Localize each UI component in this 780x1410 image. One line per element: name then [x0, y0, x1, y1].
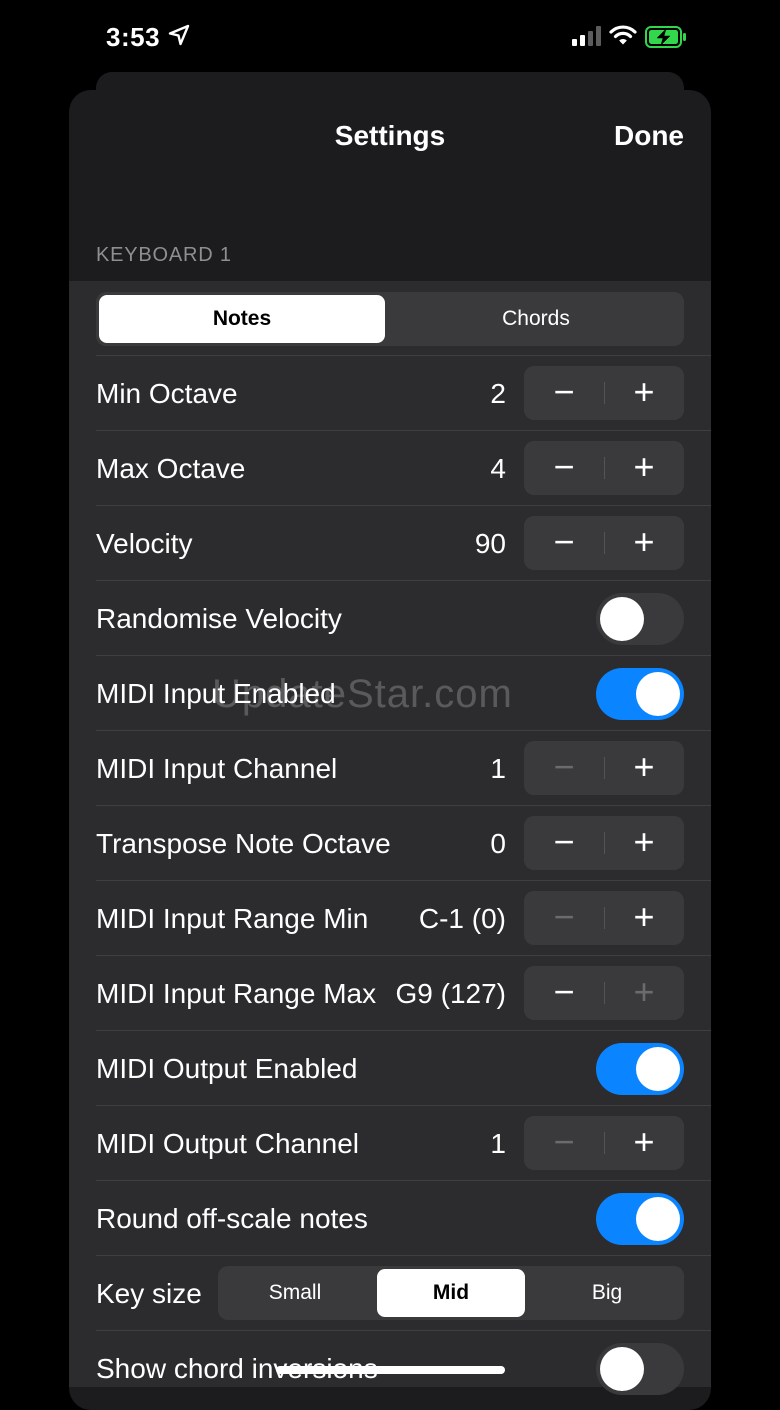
midi-output-channel-increment-button[interactable]: + [604, 1116, 684, 1170]
wifi-icon [609, 25, 637, 45]
velocity-increment-button[interactable]: + [604, 516, 684, 570]
done-button[interactable]: Done [614, 120, 684, 152]
midi-output-channel-decrement-button[interactable]: − [524, 1116, 604, 1170]
key-size-mid[interactable]: Mid [377, 1269, 525, 1317]
midi-output-enabled-label: MIDI Output Enabled [96, 1053, 358, 1084]
randomise-velocity-label: Randomise Velocity [96, 603, 342, 634]
toggle-knob [600, 1347, 644, 1391]
section-header: KEYBOARD 1 [96, 244, 232, 266]
midi-input-range-min-label: MIDI Input Range Min [96, 903, 369, 934]
min-octave-value: 2 [490, 378, 506, 409]
toggle-knob [600, 597, 644, 641]
min-octave-label: Min Octave [96, 378, 238, 409]
midi-input-range-max-stepper: − + [524, 966, 684, 1020]
min-octave-increment-button[interactable]: + [604, 366, 684, 420]
status-time: 3:53 [106, 22, 161, 52]
velocity-value: 90 [474, 528, 506, 559]
toggle-knob [636, 1047, 680, 1091]
battery-charging-icon [645, 26, 686, 48]
toggle-knob [636, 672, 680, 716]
midi-input-range-max-decrement-button[interactable]: − [524, 966, 604, 1020]
round-off-scale-row: Round off-scale notes [96, 1181, 711, 1256]
midi-input-channel-row: MIDI Input Channel 1 − + [96, 731, 711, 806]
key-size-label: Key size [96, 1278, 202, 1309]
midi-input-range-min-increment-button[interactable]: + [604, 891, 684, 945]
midi-input-range-max-label: MIDI Input Range Max [96, 978, 377, 1009]
round-off-scale-toggle[interactable] [596, 1193, 684, 1245]
max-octave-increment-button[interactable]: + [604, 441, 684, 495]
midi-input-range-min-stepper: − + [524, 891, 684, 945]
velocity-stepper: − + [524, 516, 684, 570]
transpose-note-octave-increment-button[interactable]: + [604, 816, 684, 870]
midi-output-enabled-row: MIDI Output Enabled [96, 1031, 711, 1106]
velocity-decrement-button[interactable]: − [524, 516, 604, 570]
midi-input-range-max-value: G9 (127) [395, 978, 507, 1009]
max-octave-label: Max Octave [96, 453, 246, 484]
midi-input-range-max-increment-button[interactable]: + [604, 966, 684, 1020]
transpose-note-octave-stepper: − + [524, 816, 684, 870]
status-bar: 3:53 [0, 0, 780, 72]
randomise-velocity-toggle[interactable] [596, 593, 684, 645]
min-octave-row: Min Octave 2 − + [96, 356, 711, 431]
key-size-row: Key size Small Mid Big [96, 1256, 711, 1331]
transpose-note-octave-decrement-button[interactable]: − [524, 816, 604, 870]
max-octave-decrement-button[interactable]: − [524, 441, 604, 495]
round-off-scale-label: Round off-scale notes [96, 1203, 368, 1234]
mode-segmented-control: Notes Chords [96, 292, 684, 346]
transpose-note-octave-label: Transpose Note Octave [96, 828, 391, 859]
key-size-big[interactable]: Big [533, 1269, 681, 1317]
max-octave-stepper: − + [524, 441, 684, 495]
midi-input-range-min-value: C-1 (0) [418, 903, 506, 934]
midi-output-channel-label: MIDI Output Channel [96, 1128, 360, 1159]
home-indicator[interactable] [276, 1366, 505, 1374]
transpose-note-octave-value: 0 [490, 828, 506, 859]
key-size-small[interactable]: Small [221, 1269, 369, 1317]
midi-input-channel-increment-button[interactable]: + [604, 741, 684, 795]
midi-input-range-min-row: MIDI Input Range Min C-1 (0) − + [96, 881, 711, 956]
cellular-signal-icon [572, 26, 601, 46]
min-octave-decrement-button[interactable]: − [524, 366, 604, 420]
midi-output-channel-value: 1 [490, 1128, 506, 1159]
midi-input-range-min-decrement-button[interactable]: − [524, 891, 604, 945]
transpose-note-octave-row: Transpose Note Octave 0 − + [96, 806, 711, 881]
max-octave-value: 4 [490, 453, 506, 484]
midi-input-enabled-toggle[interactable] [596, 668, 684, 720]
show-chord-inversions-toggle[interactable] [596, 1343, 684, 1395]
watermark: UpdateStar.com [212, 672, 513, 716]
midi-output-channel-stepper: − + [524, 1116, 684, 1170]
midi-input-channel-decrement-button[interactable]: − [524, 741, 604, 795]
velocity-row: Velocity 90 − + [96, 506, 711, 581]
velocity-label: Velocity [96, 528, 193, 559]
key-size-segmented-control: Small Mid Big [218, 1266, 684, 1320]
max-octave-row: Max Octave 4 − + [96, 431, 711, 506]
midi-input-channel-stepper: − + [524, 741, 684, 795]
toggle-knob [636, 1197, 680, 1241]
midi-input-channel-label: MIDI Input Channel [96, 753, 338, 784]
midi-input-channel-value: 1 [490, 753, 506, 784]
location-arrow-icon [168, 24, 190, 46]
randomise-velocity-row: Randomise Velocity [96, 581, 711, 656]
midi-input-range-max-row: MIDI Input Range Max G9 (127) − + [96, 956, 711, 1031]
midi-output-enabled-toggle[interactable] [596, 1043, 684, 1095]
tab-chords[interactable]: Chords [391, 295, 681, 343]
tab-notes[interactable]: Notes [99, 295, 385, 343]
min-octave-stepper: − + [524, 366, 684, 420]
midi-output-channel-row: MIDI Output Channel 1 − + [96, 1106, 711, 1181]
